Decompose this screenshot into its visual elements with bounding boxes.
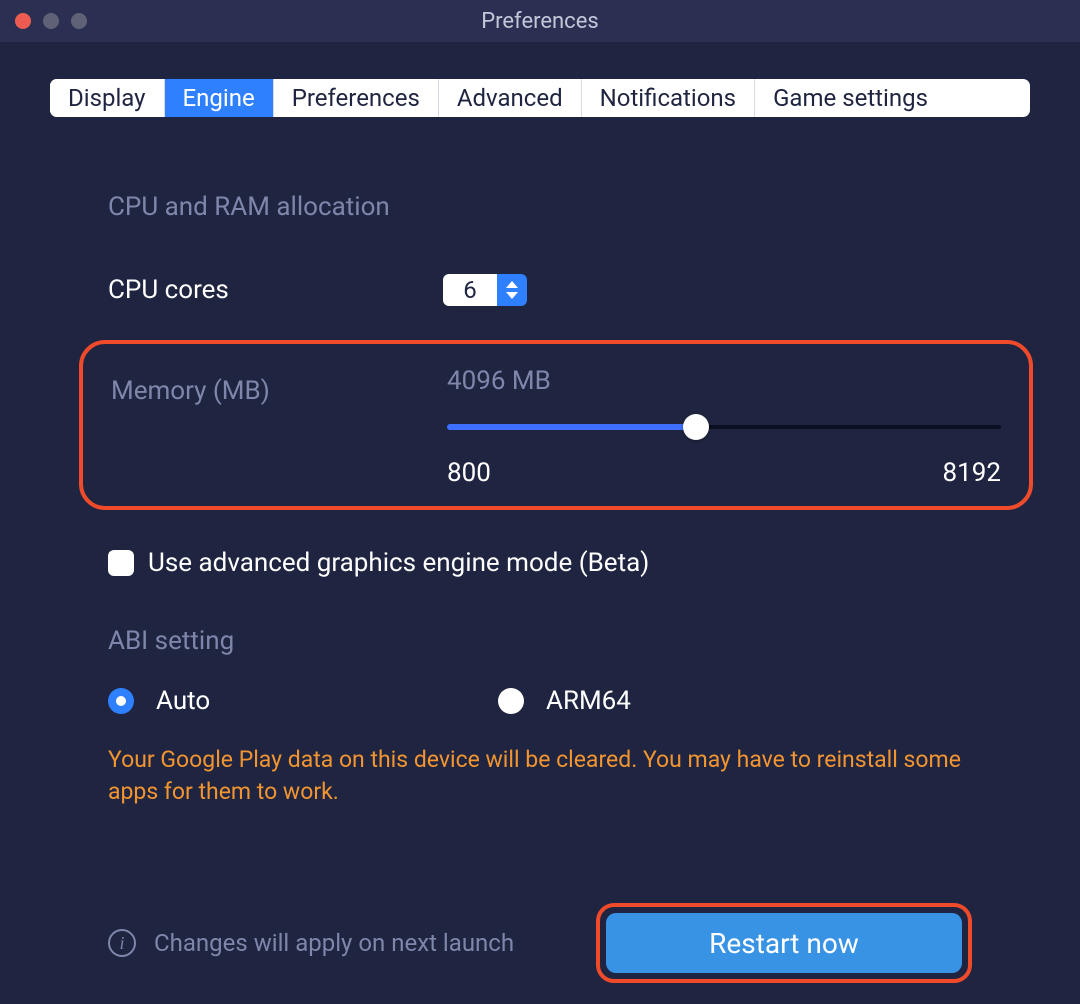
footer-info-text: Changes will apply on next launch	[154, 929, 514, 957]
section-title-cpu-ram: CPU and RAM allocation	[108, 192, 972, 222]
stepper-arrows-icon[interactable]	[497, 274, 527, 306]
footer-info: i Changes will apply on next launch	[108, 929, 514, 957]
cpu-cores-value: 6	[443, 274, 497, 306]
close-icon[interactable]	[15, 13, 31, 29]
abi-option-arm64[interactable]: ARM64	[498, 686, 631, 716]
slider-range-labels: 800 8192	[447, 458, 1001, 488]
maximize-icon[interactable]	[71, 13, 87, 29]
tab-display[interactable]: Display	[50, 79, 165, 117]
tab-advanced[interactable]: Advanced	[439, 79, 582, 117]
memory-highlight-box: Memory (MB) 4096 MB 800 8192	[79, 340, 1033, 510]
abi-warning-text: Your Google Play data on this device wil…	[108, 744, 972, 808]
slider-thumb[interactable]	[683, 414, 709, 440]
beta-engine-row[interactable]: Use advanced graphics engine mode (Beta)	[108, 548, 972, 578]
cpu-cores-stepper[interactable]: 6	[443, 274, 527, 306]
memory-slider[interactable]	[447, 418, 1001, 436]
memory-label: Memory (MB)	[111, 376, 447, 406]
tab-bar: Display Engine Preferences Advanced Noti…	[50, 79, 1030, 117]
titlebar: Preferences	[0, 0, 1080, 42]
radio-arm64-label: ARM64	[546, 686, 631, 716]
abi-options: Auto ARM64	[108, 686, 972, 716]
window-controls	[15, 13, 87, 29]
abi-setting-title: ABI setting	[108, 626, 972, 656]
cpu-cores-label: CPU cores	[108, 275, 443, 305]
memory-min-label: 800	[447, 458, 491, 488]
minimize-icon[interactable]	[43, 13, 59, 29]
radio-auto-label: Auto	[156, 686, 210, 716]
memory-max-label: 8192	[943, 458, 1001, 488]
tab-preferences[interactable]: Preferences	[274, 79, 439, 117]
restart-now-button[interactable]: Restart now	[606, 913, 962, 973]
footer-row: i Changes will apply on next launch Rest…	[108, 903, 972, 983]
beta-engine-label: Use advanced graphics engine mode (Beta)	[148, 548, 649, 578]
beta-engine-checkbox[interactable]	[108, 550, 134, 576]
tab-game-settings[interactable]: Game settings	[755, 79, 946, 117]
memory-current-value: 4096 MB	[447, 366, 1001, 396]
tab-notifications[interactable]: Notifications	[582, 79, 755, 117]
radio-arm64[interactable]	[498, 688, 524, 714]
engine-panel: CPU and RAM allocation CPU cores 6 Memor…	[0, 117, 1080, 983]
restart-highlight-box: Restart now	[596, 903, 972, 983]
window-title: Preferences	[481, 9, 598, 34]
cpu-cores-row: CPU cores 6	[108, 274, 972, 306]
radio-auto[interactable]	[108, 688, 134, 714]
tab-engine[interactable]: Engine	[165, 79, 274, 117]
abi-option-auto[interactable]: Auto	[108, 686, 498, 716]
slider-fill	[447, 424, 696, 430]
info-icon: i	[108, 929, 136, 957]
